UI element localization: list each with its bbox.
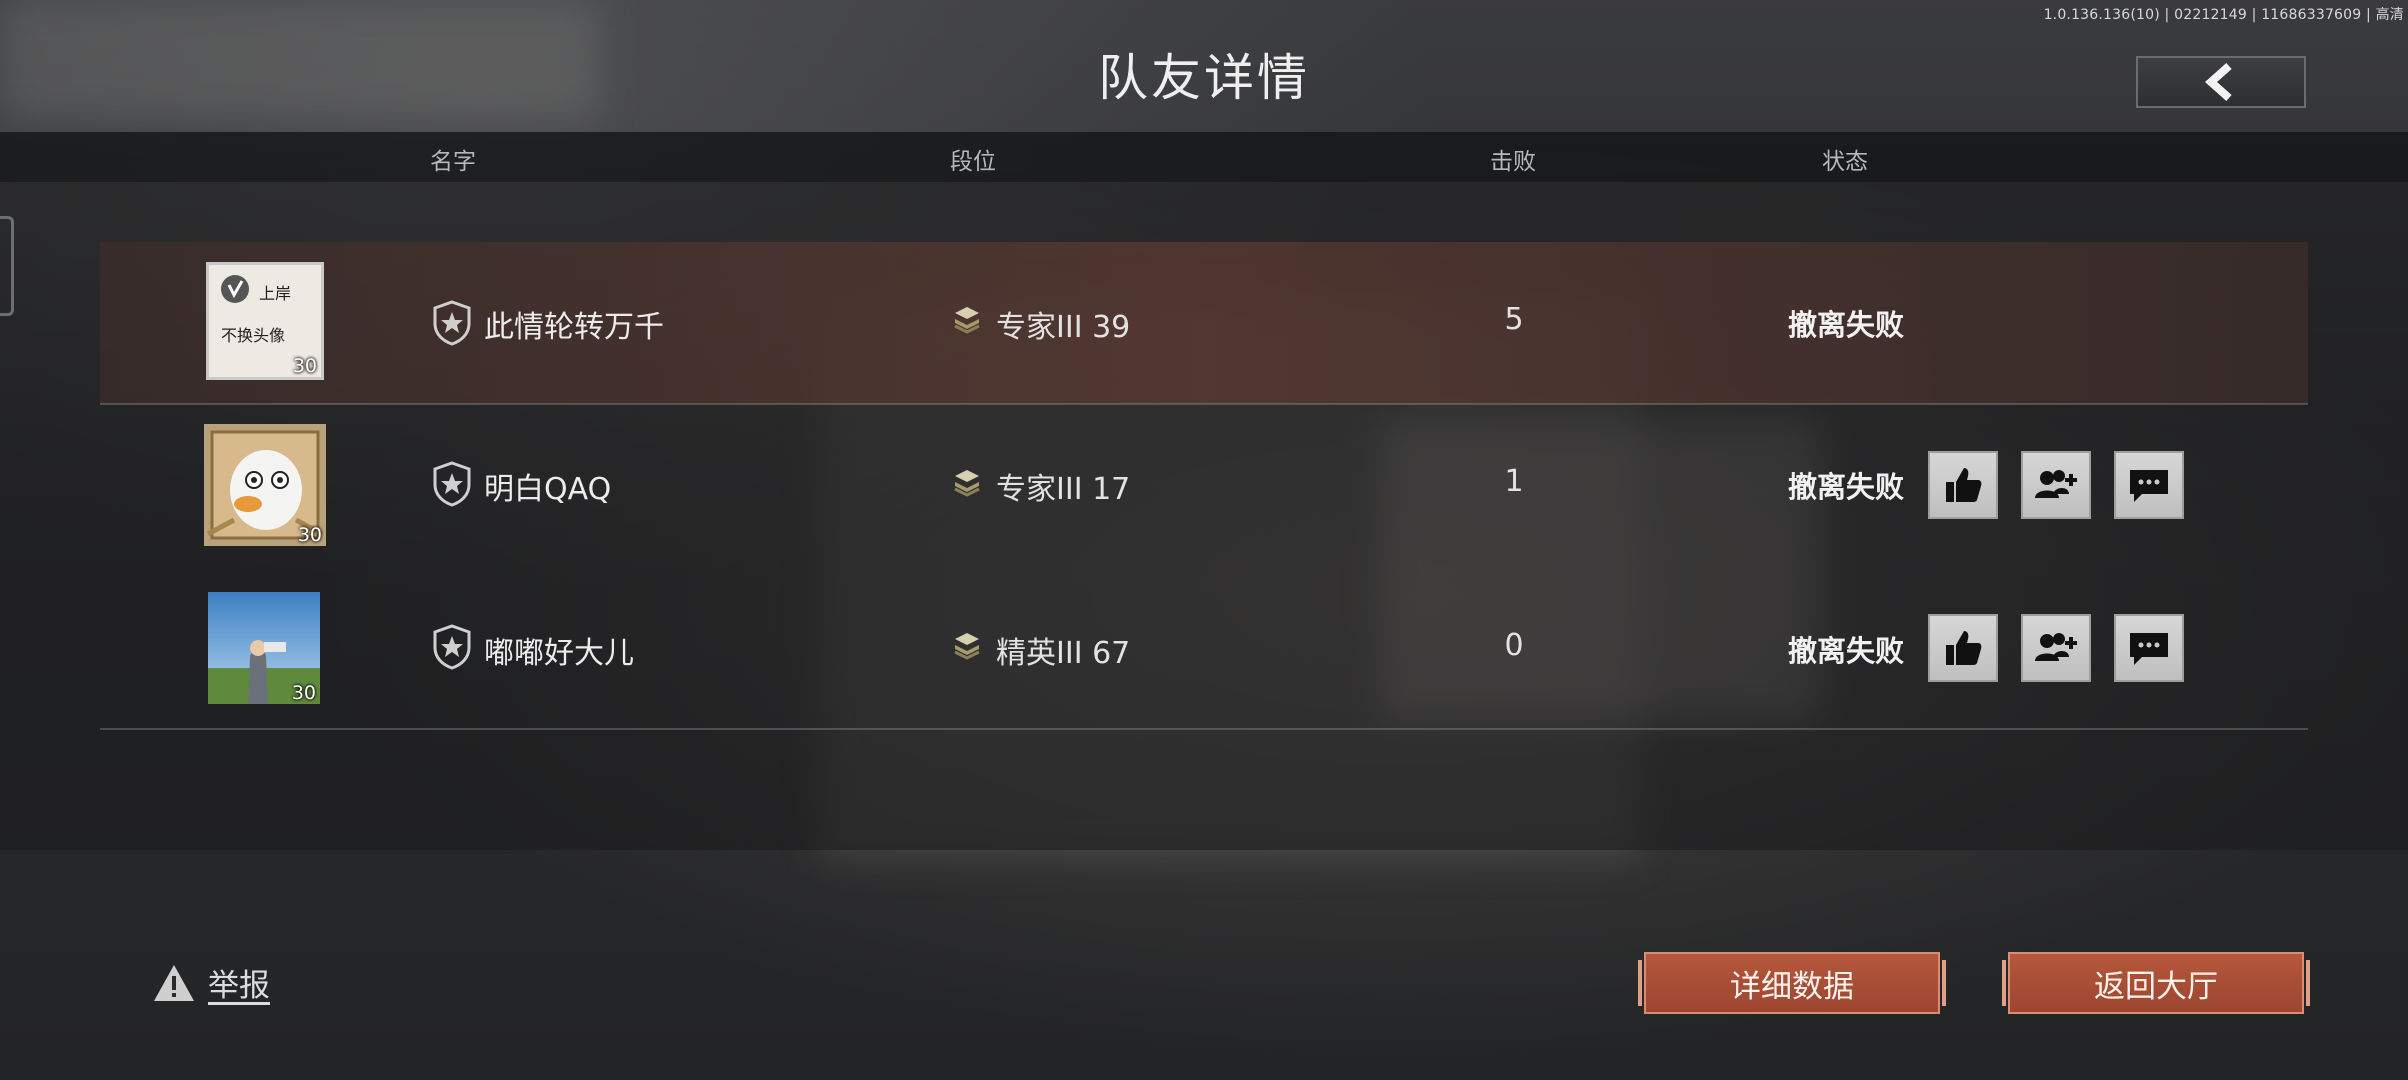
player-name: 嘟嘟好大儿 [484, 636, 634, 671]
chevron-left-icon [2204, 63, 2232, 101]
report-label: 举报 [208, 968, 270, 1004]
version-info: 1.0.136.136(10) | 02212149 | 11686337609… [2043, 7, 2404, 23]
thumbs-up-icon [1946, 468, 1982, 502]
shield-icon [433, 461, 471, 507]
player-name: 明白QAQ [484, 472, 612, 507]
return-lobby-button[interactable]: 返回大厅 [2002, 952, 2310, 1014]
table-header [0, 132, 2408, 182]
column-header-rank: 段位 [950, 149, 996, 175]
level-badge: 30 [292, 355, 317, 377]
page-title: 队友详情 [1098, 49, 1310, 107]
avatar[interactable]: 30 [204, 424, 326, 546]
report-link[interactable]: 举报 [152, 960, 270, 1005]
add-friend-icon [2035, 633, 2077, 661]
player-kills: 5 [1504, 302, 1524, 337]
like-button[interactable] [1928, 451, 1998, 519]
row-divider [100, 728, 2308, 730]
column-header-status: 状态 [1822, 149, 1868, 175]
avatar[interactable]: 30 [208, 592, 320, 704]
player-rank: 专家III 39 [996, 310, 1131, 345]
shield-icon [433, 624, 471, 670]
add-friend-button[interactable] [2021, 451, 2091, 519]
add-friend-icon [2035, 470, 2077, 498]
player-status: 撤离失败 [1788, 634, 1905, 668]
add-friend-button[interactable] [2021, 614, 2091, 682]
player-kills: 0 [1504, 628, 1524, 663]
rank-icon [954, 470, 980, 497]
warning-icon [154, 964, 194, 1001]
player-rank: 精英III 67 [996, 636, 1131, 671]
player-status: 撤离失败 [1788, 470, 1905, 504]
back-button[interactable] [2136, 56, 2306, 108]
side-tab[interactable] [0, 216, 14, 316]
player-kills: 1 [1504, 464, 1524, 499]
level-badge: 30 [297, 524, 322, 546]
player-name: 此情轮转万千 [484, 310, 664, 345]
svg-text:不换头像: 不换头像 [221, 326, 285, 345]
chat-button[interactable] [2114, 614, 2184, 682]
thumbs-up-icon [1946, 631, 1982, 665]
chat-icon [2130, 470, 2168, 502]
chat-button[interactable] [2114, 451, 2184, 519]
chat-icon [2130, 633, 2168, 665]
shield-icon [433, 300, 471, 346]
row-divider [100, 403, 2308, 405]
player-rank: 专家III 17 [996, 472, 1131, 507]
rank-icon [954, 633, 980, 660]
like-button[interactable] [1928, 614, 1998, 682]
column-header-name: 名字 [430, 149, 476, 175]
rank-icon [954, 307, 980, 334]
details-button[interactable]: 详细数据 [1638, 952, 1946, 1014]
column-header-kills: 击败 [1490, 149, 1536, 175]
level-badge: 30 [291, 682, 316, 704]
player-status: 撤离失败 [1788, 308, 1905, 342]
avatar[interactable]: 上岸 不换头像 30 [206, 262, 324, 380]
svg-text:上岸: 上岸 [259, 284, 291, 303]
